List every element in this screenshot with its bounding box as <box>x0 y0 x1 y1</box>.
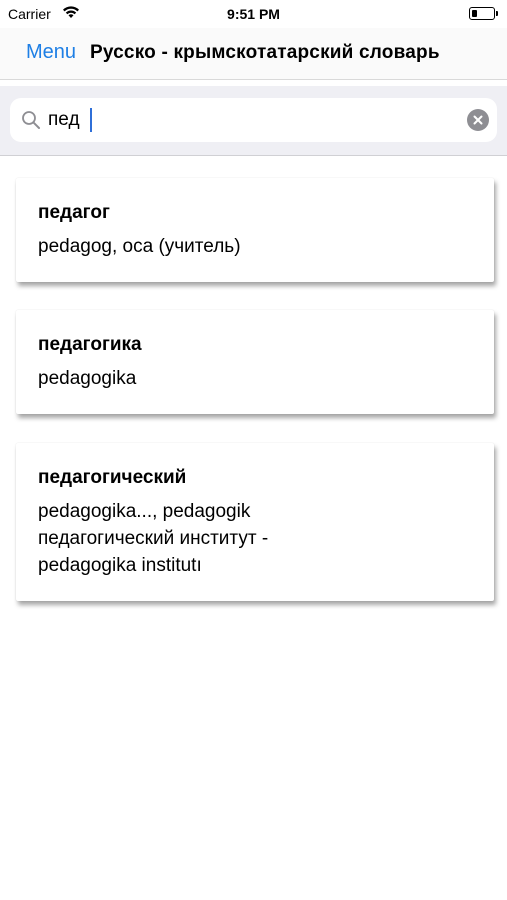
result-card[interactable]: педагог pedagog, oca (учитель) <box>16 178 494 282</box>
clear-icon[interactable] <box>467 109 489 131</box>
result-word: педагог <box>38 202 110 223</box>
result-translation: pedagogika..., pedagogik педагогический … <box>38 501 269 576</box>
navigation-bar: Menu Русско - крымскотатарский словарь <box>0 28 507 80</box>
search-icon <box>20 109 42 131</box>
clock: 9:51 PM <box>227 6 280 22</box>
result-card[interactable]: педагогический pedagogika..., pedagogik … <box>16 443 494 601</box>
result-card[interactable]: педагогика pedagogika <box>16 310 494 414</box>
search-field[interactable] <box>10 98 497 142</box>
search-input[interactable] <box>48 107 458 133</box>
status-bar: Carrier 9:51 PM <box>0 0 507 28</box>
result-translation: pedagog, oca (учитель) <box>38 236 241 257</box>
result-word: педагогический <box>38 467 187 488</box>
result-word: педагогика <box>38 334 142 355</box>
search-bar <box>0 86 507 156</box>
battery-icon <box>469 7 499 20</box>
page-title: Русско - крымскотатарский словарь <box>90 42 440 63</box>
text-cursor <box>90 108 92 132</box>
menu-button[interactable]: Menu <box>26 41 76 64</box>
result-translation: pedagogika <box>38 368 137 389</box>
